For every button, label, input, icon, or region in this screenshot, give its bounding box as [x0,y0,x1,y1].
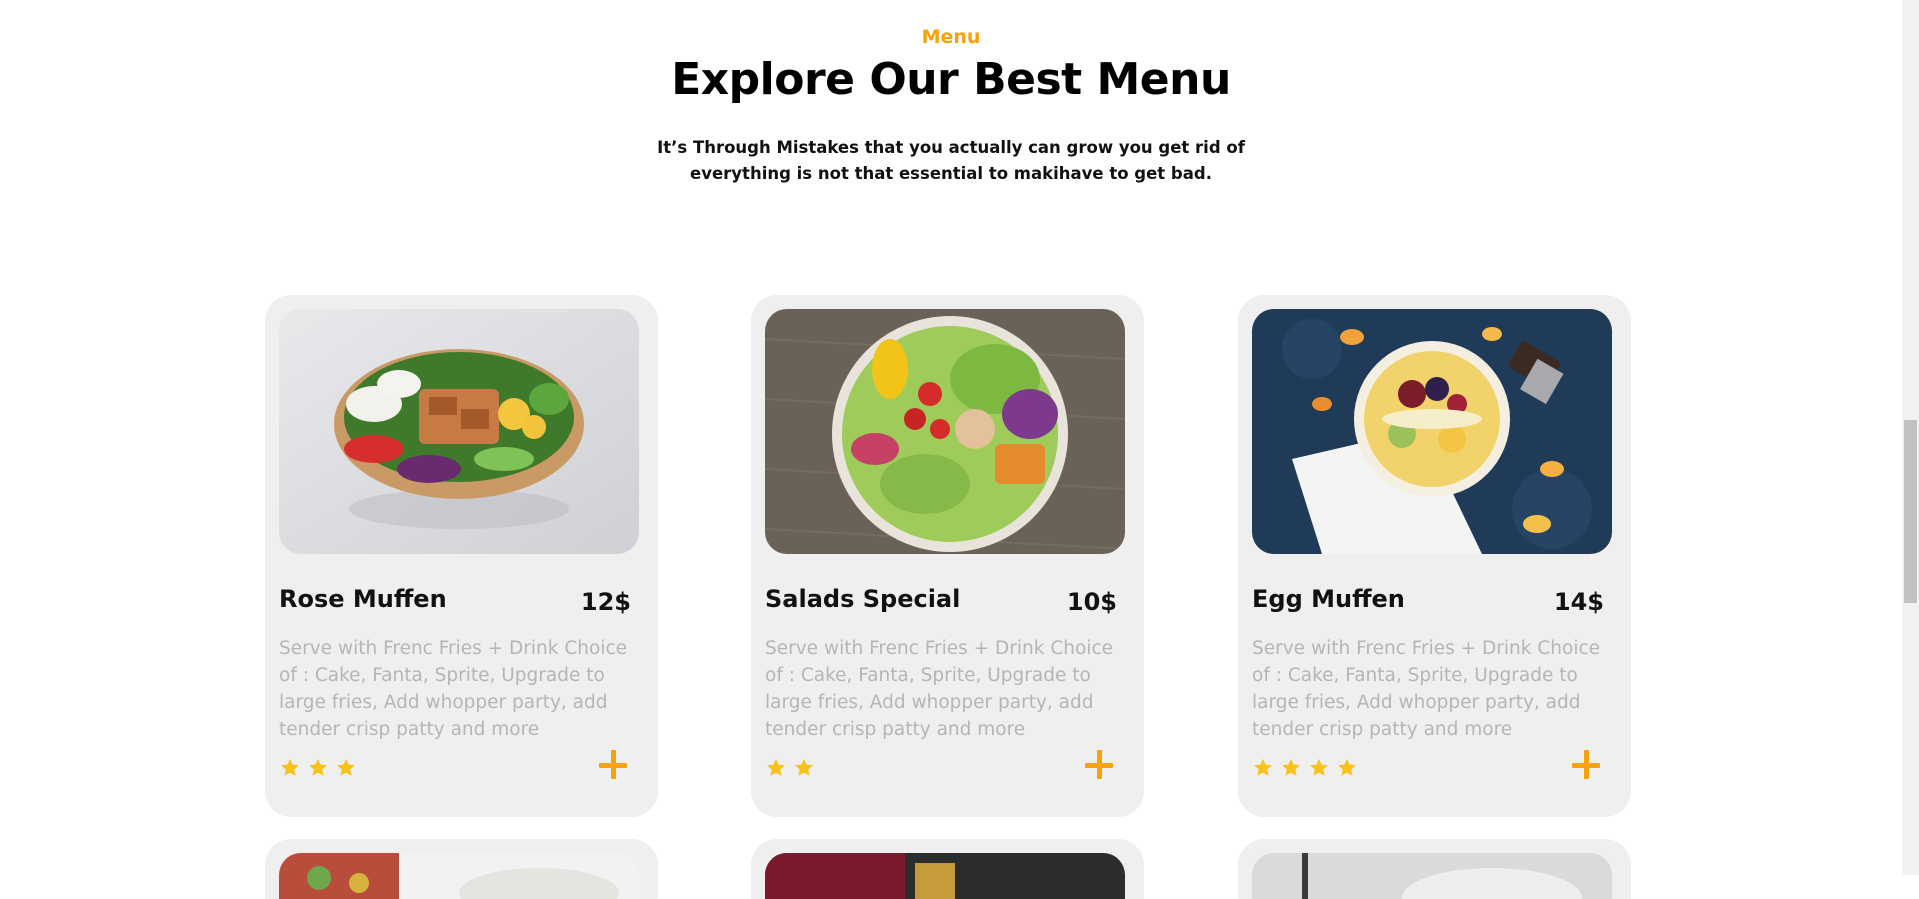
section-title: Explore Our Best Menu [671,54,1231,105]
item-name: Salads Special [765,585,961,613]
scrollbar-thumb[interactable] [1904,420,1917,603]
add-to-cart-plus-icon[interactable] [1572,750,1604,782]
star-icon [1254,758,1272,776]
star-icon [337,758,355,776]
menu-card-partial[interactable] [265,839,658,899]
item-price: 14$ [1553,588,1604,616]
star-icon [1338,758,1356,776]
food-image-partial [1252,853,1612,899]
menu-card-partial[interactable] [1238,839,1631,899]
item-description: Serve with Frenc Fries + Drink Choice of… [765,638,1114,740]
food-image-bowl [279,309,639,554]
food-image-partial [279,853,639,899]
item-name: Rose Muffen [279,585,447,613]
vertical-scrollbar[interactable] [1902,0,1919,875]
star-icon [795,758,813,776]
food-image-fruit-plate [1252,309,1612,554]
rating-stars [1252,757,1358,779]
section-eyebrow: Menu [921,26,981,48]
star-icon [1282,758,1300,776]
item-price: 10$ [1066,588,1117,616]
menu-card[interactable]: Rose Muffen 12$ Serve with Frenc Fries +… [265,295,658,817]
item-name: Egg Muffen [1252,585,1405,613]
section-subtitle: It’s Through Mistakes that you actually … [657,138,1245,183]
add-to-cart-plus-icon[interactable] [599,750,631,782]
add-to-cart-plus-icon[interactable] [1085,750,1117,782]
item-description: Serve with Frenc Fries + Drink Choice of… [1252,638,1601,740]
food-image-salad [765,309,1125,554]
item-price: 12$ [580,588,631,616]
menu-card[interactable]: Salads Special 10$ Serve with Frenc Frie… [751,295,1144,817]
star-icon [281,758,299,776]
item-description: Serve with Frenc Fries + Drink Choice of… [279,638,628,740]
menu-card-partial[interactable] [751,839,1144,899]
rating-stars [279,757,357,779]
menu-card[interactable]: Egg Muffen 14$ Serve with Frenc Fries + … [1238,295,1631,817]
star-icon [309,758,327,776]
food-image-partial [765,853,1125,899]
star-icon [1310,758,1328,776]
star-icon [767,758,785,776]
rating-stars [765,757,815,779]
